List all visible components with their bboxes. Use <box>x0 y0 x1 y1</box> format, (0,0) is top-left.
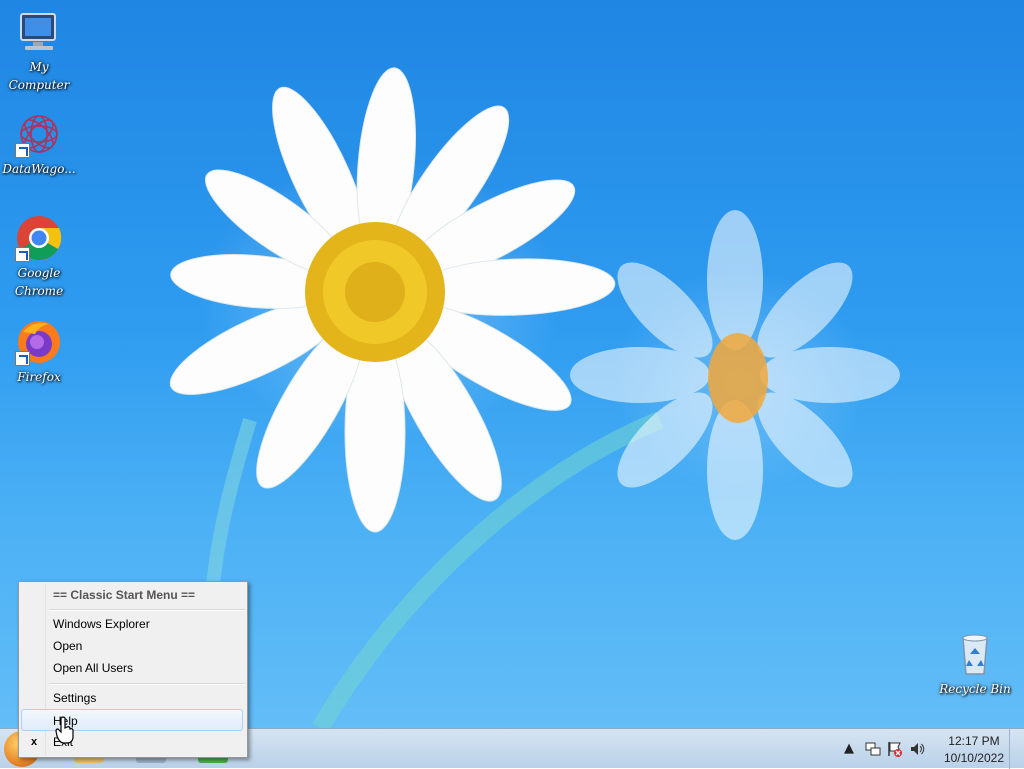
clock-date: 10/10/2022 <box>943 751 1004 765</box>
menu-item-windows-explorer[interactable]: Windows Explorer <box>21 613 243 635</box>
chrome-icon <box>15 214 63 262</box>
menu-item-open-all-users[interactable]: Open All Users <box>21 657 243 679</box>
classic-start-menu-context-menu: == Classic Start Menu == Windows Explore… <box>18 581 248 758</box>
desktop-icon-datawago[interactable]: DataWago... <box>1 110 77 178</box>
menu-item-settings[interactable]: Settings <box>21 687 243 709</box>
shortcut-arrow-icon <box>15 351 30 366</box>
desktop-icon-my-computer[interactable]: My Computer <box>1 8 77 94</box>
desktop-icon-firefox[interactable]: Firefox <box>1 318 77 386</box>
desktop-icon-label: Recycle Bin <box>939 682 1011 696</box>
volume-icon[interactable] <box>909 741 925 757</box>
desktop-icon-recycle-bin[interactable]: Recycle Bin <box>937 630 1013 698</box>
show-desktop-button[interactable] <box>1009 729 1024 769</box>
clock-time: 12:17 PM <box>948 734 1000 748</box>
show-hidden-icons-arrow[interactable]: ▲ <box>841 741 857 757</box>
desktop-icon-label: Firefox <box>17 370 61 384</box>
desktop-icon-chrome[interactable]: Google Chrome <box>1 214 77 300</box>
menu-item-open[interactable]: Open <box>21 635 243 657</box>
firefox-icon <box>15 318 63 366</box>
menu-header: == Classic Start Menu == <box>53 588 196 602</box>
menu-separator <box>49 683 245 685</box>
shortcut-arrow-icon <box>15 247 30 262</box>
menu-separator <box>49 609 245 611</box>
mouse-cursor-hand-icon <box>55 716 74 744</box>
desktop-icon-label: Google Chrome <box>14 266 64 298</box>
clock[interactable]: 12:17 PM 10/10/2022 <box>944 733 1004 767</box>
action-center-flag-icon[interactable] <box>887 741 903 757</box>
desktop-icon-label: My Computer <box>8 60 70 92</box>
network-icon[interactable] <box>865 741 881 757</box>
computer-icon <box>15 8 63 56</box>
shortcut-arrow-icon <box>15 143 30 158</box>
datawago-icon <box>15 110 63 158</box>
system-tray: ▲ 12:17 PM 10/10/2022 <box>819 729 1024 769</box>
desktop-icon-label: DataWago... <box>2 162 76 176</box>
recycle-bin-icon <box>951 630 999 678</box>
exit-mark: x <box>31 736 38 748</box>
